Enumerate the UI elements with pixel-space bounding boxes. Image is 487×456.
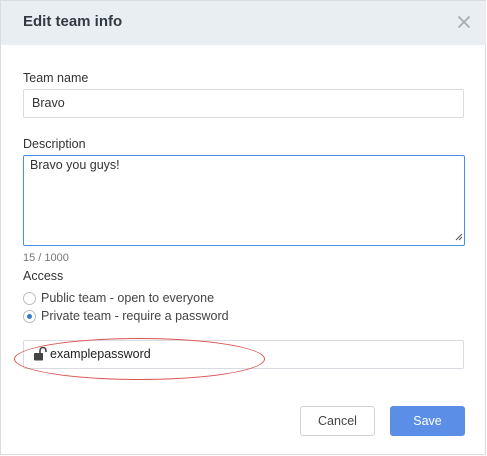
password-value: examplepassword [50, 347, 151, 361]
team-name-label: Team name [23, 71, 89, 85]
description-textarea[interactable]: Bravo you guys! [23, 155, 465, 246]
resize-grip-icon[interactable] [455, 230, 463, 244]
access-label: Access [23, 269, 64, 283]
unlock-icon [33, 346, 47, 366]
dialog-title: Edit team info [23, 13, 123, 30]
radio-private-team[interactable]: Private team - require a password [23, 308, 229, 324]
radio-label-public: Public team - open to everyone [41, 291, 215, 305]
radio-button-private[interactable] [23, 309, 36, 323]
close-icon[interactable] [455, 13, 473, 31]
password-input[interactable]: examplepassword [23, 340, 464, 369]
character-counter: 15 / 1000 [23, 252, 69, 264]
team-name-input[interactable]: Bravo [23, 89, 464, 118]
description-label: Description [23, 137, 86, 151]
radio-public-team[interactable]: Public team - open to everyone [23, 290, 214, 306]
radio-button-public[interactable] [23, 291, 36, 305]
cancel-button[interactable]: Cancel [300, 406, 375, 436]
save-button[interactable]: Save [390, 406, 465, 436]
description-text: Bravo you guys! [30, 158, 120, 172]
edit-team-dialog: Edit team info Team name Bravo Descripti… [0, 0, 486, 455]
radio-label-private: Private team - require a password [41, 309, 229, 323]
dialog-header: Edit team info [1, 1, 486, 45]
